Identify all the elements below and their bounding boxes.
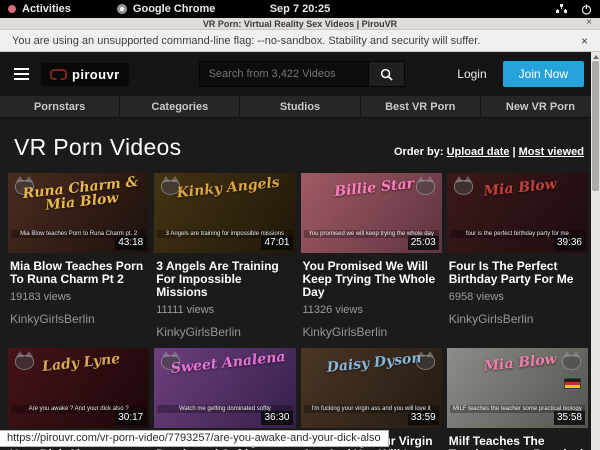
thumbnail-performer-name: Runa Charm & Mia Blow	[18, 175, 145, 216]
video-thumbnail[interactable]: Billie Star You promised we will keep tr…	[301, 173, 442, 253]
video-card[interactable]: Kinky Angels 3 Angels are training for i…	[154, 173, 295, 339]
main-nav: PornstarsCategoriesStudiosBest VR PornNe…	[0, 96, 600, 118]
studio-link[interactable]: KinkyGirlsBerlin	[449, 312, 586, 326]
vr-goggles-icon	[50, 69, 67, 80]
tab-title[interactable]: VR Porn: Virtual Reality Sex Videos | Pi…	[0, 19, 600, 29]
video-title[interactable]: You Promised We Will Keep Trying The Who…	[303, 260, 440, 299]
duration-badge: 25:03	[408, 236, 439, 250]
order-by: Order by: Upload date|Most viewed	[394, 146, 584, 158]
screen: Activities Google Chrome Sep 7 20:25 VR …	[0, 0, 600, 450]
video-grid: Runa Charm & Mia Blow Mia Blow teaches P…	[0, 169, 600, 450]
view-count: 11111 views	[156, 304, 293, 316]
duration-badge: 43:18	[115, 236, 146, 250]
video-thumbnail[interactable]: Daisy Dyson I'm fucking your virgin ass …	[301, 348, 442, 428]
nav-item-best-vr-porn[interactable]: Best VR Porn	[361, 96, 481, 117]
hamburger-menu-icon[interactable]	[14, 68, 29, 80]
chrome-infobar: You are using an unsupported command-lin…	[0, 30, 600, 52]
studio-link[interactable]: KinkyGirlsBerlin	[156, 325, 293, 339]
scrollbar-thumb[interactable]	[592, 61, 599, 191]
nav-item-new-vr-porn[interactable]: New VR Porn	[481, 96, 600, 117]
scrollbar[interactable]	[591, 52, 600, 450]
thumbnail-performer-name: Lady Lyne	[19, 350, 144, 377]
duration-badge: 36:30	[261, 411, 292, 425]
search-button[interactable]	[369, 61, 405, 87]
thumbnail-performer-name: Kinky Angels	[165, 175, 290, 202]
logo-text: pirouvr	[72, 67, 120, 82]
thumbnail-performer-name: Daisy Dyson	[311, 350, 436, 377]
site-header: pirouvr Login Join Now	[0, 52, 600, 96]
order-most-viewed-link[interactable]: Most viewed	[519, 146, 584, 158]
scrollbar-up-arrow-icon[interactable]	[593, 55, 599, 59]
view-count: 19183 views	[10, 291, 147, 303]
order-separator: |	[513, 146, 516, 158]
german-flag-icon	[564, 378, 581, 389]
duration-badge: 47:01	[261, 236, 292, 250]
heading-row: VR Porn Videos Order by: Upload date|Mos…	[0, 118, 600, 169]
duration-badge: 33:59	[408, 411, 439, 425]
studio-link[interactable]: KinkyGirlsBerlin	[10, 312, 147, 326]
network-icon[interactable]	[556, 4, 567, 14]
video-thumbnail[interactable]: Sweet Analena Watch me getting dominated…	[154, 348, 295, 428]
infobar-message: You are using an unsupported command-lin…	[12, 35, 480, 47]
join-now-button[interactable]: Join Now	[503, 61, 584, 87]
status-url: https://pirouvr.com/vr-porn-video/779325…	[0, 430, 389, 447]
thumbnail-performer-name: Billie Star	[311, 175, 436, 202]
video-thumbnail[interactable]: Kinky Angels 3 Angels are training for i…	[154, 173, 295, 253]
system-top-bar: Activities Google Chrome Sep 7 20:25	[0, 0, 600, 18]
nav-item-pornstars[interactable]: Pornstars	[0, 96, 120, 117]
view-count: 11326 views	[303, 304, 440, 316]
duration-badge: 30:17	[115, 411, 146, 425]
duration-badge: 35:58	[554, 411, 585, 425]
site-logo[interactable]: pirouvr	[41, 63, 129, 86]
thumbnail-performer-name: Mia Blow	[458, 175, 583, 202]
video-card[interactable]: Mia Blow four is the perfect birthday pa…	[447, 173, 588, 339]
order-upload-date-link[interactable]: Upload date	[447, 146, 510, 158]
clock[interactable]: Sep 7 20:25	[0, 3, 600, 15]
video-thumbnail[interactable]: Lady Lyne Are you awake ? And your dick …	[8, 348, 149, 428]
search-input[interactable]	[199, 61, 369, 87]
video-card[interactable]: Mia Blow MILF teaches the teacher some p…	[447, 348, 588, 450]
video-title[interactable]: Mia Blow Teaches Porn To Runa Charm Pt 2	[10, 260, 147, 286]
power-icon[interactable]	[581, 4, 592, 15]
page-title: VR Porn Videos	[14, 134, 181, 161]
video-card[interactable]: Billie Star You promised we will keep tr…	[301, 173, 442, 339]
search-bar	[199, 61, 405, 87]
thumbnail-performer-name: Sweet Analena	[165, 350, 290, 377]
duration-badge: 39:36	[554, 236, 585, 250]
video-thumbnail[interactable]: Mia Blow four is the perfect birthday pa…	[447, 173, 588, 253]
nav-item-studios[interactable]: Studios	[240, 96, 360, 117]
video-thumbnail[interactable]: Runa Charm & Mia Blow Mia Blow teaches P…	[8, 173, 149, 253]
studio-link[interactable]: KinkyGirlsBerlin	[303, 325, 440, 339]
view-count: 6958 views	[449, 291, 586, 303]
video-thumbnail[interactable]: Mia Blow MILF teaches the teacher some p…	[447, 348, 588, 428]
video-card[interactable]: Runa Charm & Mia Blow Mia Blow teaches P…	[8, 173, 149, 339]
video-title[interactable]: Four Is The Perfect Birthday Party For M…	[449, 260, 586, 286]
infobar-close-icon[interactable]: ×	[581, 34, 588, 48]
video-title[interactable]: 3 Angels Are Training For Impossible Mis…	[156, 260, 293, 299]
thumbnail-performer-name: Mia Blow	[458, 350, 583, 377]
tab-close-icon[interactable]: ×	[586, 17, 592, 28]
webpage: pirouvr Login Join Now PornstarsCategori…	[0, 52, 600, 450]
video-title[interactable]: Milf Teaches The Teacher Some Practical …	[449, 435, 586, 450]
order-by-label: Order by:	[394, 146, 444, 158]
login-link[interactable]: Login	[457, 67, 486, 81]
search-icon	[380, 68, 393, 81]
nav-item-categories[interactable]: Categories	[120, 96, 240, 117]
browser-tab-bar: VR Porn: Virtual Reality Sex Videos | Pi…	[0, 18, 600, 30]
